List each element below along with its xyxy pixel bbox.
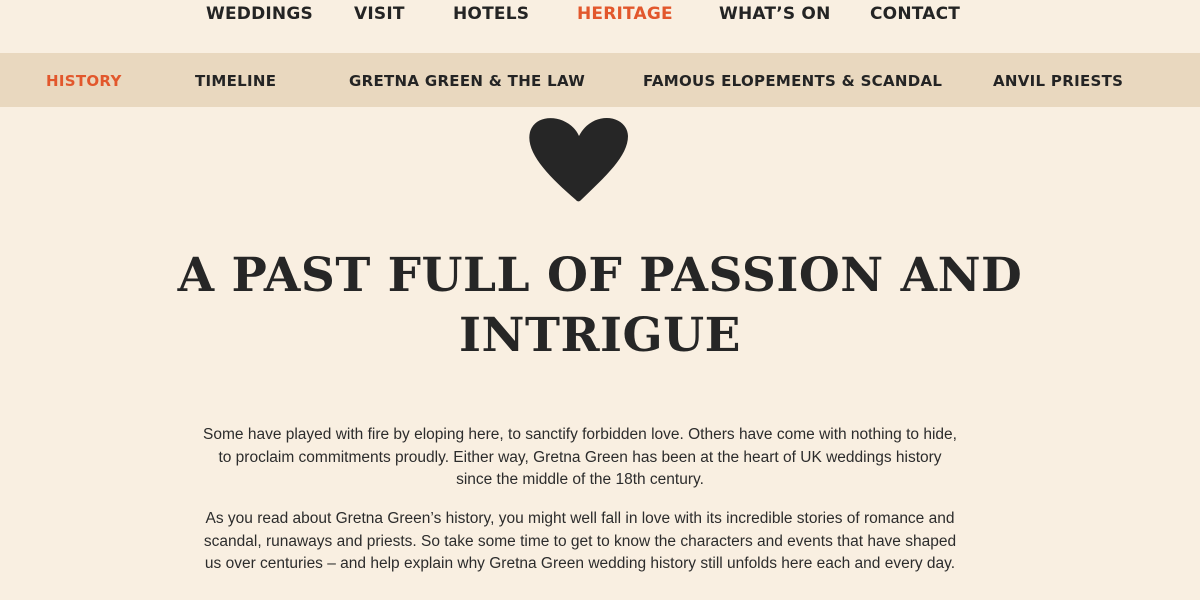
sub-nav-timeline[interactable]: TIMELINE: [195, 72, 276, 90]
page-title: A PAST FULL OF PASSION AND INTRIGUE: [177, 248, 1023, 363]
nav-link-contact[interactable]: CONTACT: [870, 4, 960, 24]
main-navigation: WEDDINGS VISIT HOTELS HERITAGE WHAT’S ON…: [0, 0, 1200, 53]
nav-link-visit[interactable]: VISIT: [354, 4, 405, 24]
sub-navigation: HISTORY TIMELINE GRETNA GREEN & THE LAW …: [0, 53, 1200, 107]
nav-link-heritage[interactable]: HERITAGE: [577, 4, 673, 24]
nav-link-hotels[interactable]: HOTELS: [453, 4, 529, 24]
heart-icon: [526, 112, 632, 204]
sub-nav-gretna-green-the-law[interactable]: GRETNA GREEN & THE LAW: [349, 72, 585, 90]
nav-link-weddings[interactable]: WEDDINGS: [206, 4, 313, 24]
sub-nav-anvil-priests[interactable]: ANVIL PRIESTS: [993, 72, 1123, 90]
intro-paragraph: As you read about Gretna Green’s history…: [203, 510, 957, 572]
intro-paragraph: Some have played with fire by eloping he…: [203, 426, 957, 488]
sub-nav-history[interactable]: HISTORY: [46, 72, 122, 90]
nav-link-whats-on[interactable]: WHAT’S ON: [719, 4, 831, 24]
sub-nav-famous-elopements-scandal[interactable]: FAMOUS ELOPEMENTS & SCANDAL: [643, 72, 942, 90]
